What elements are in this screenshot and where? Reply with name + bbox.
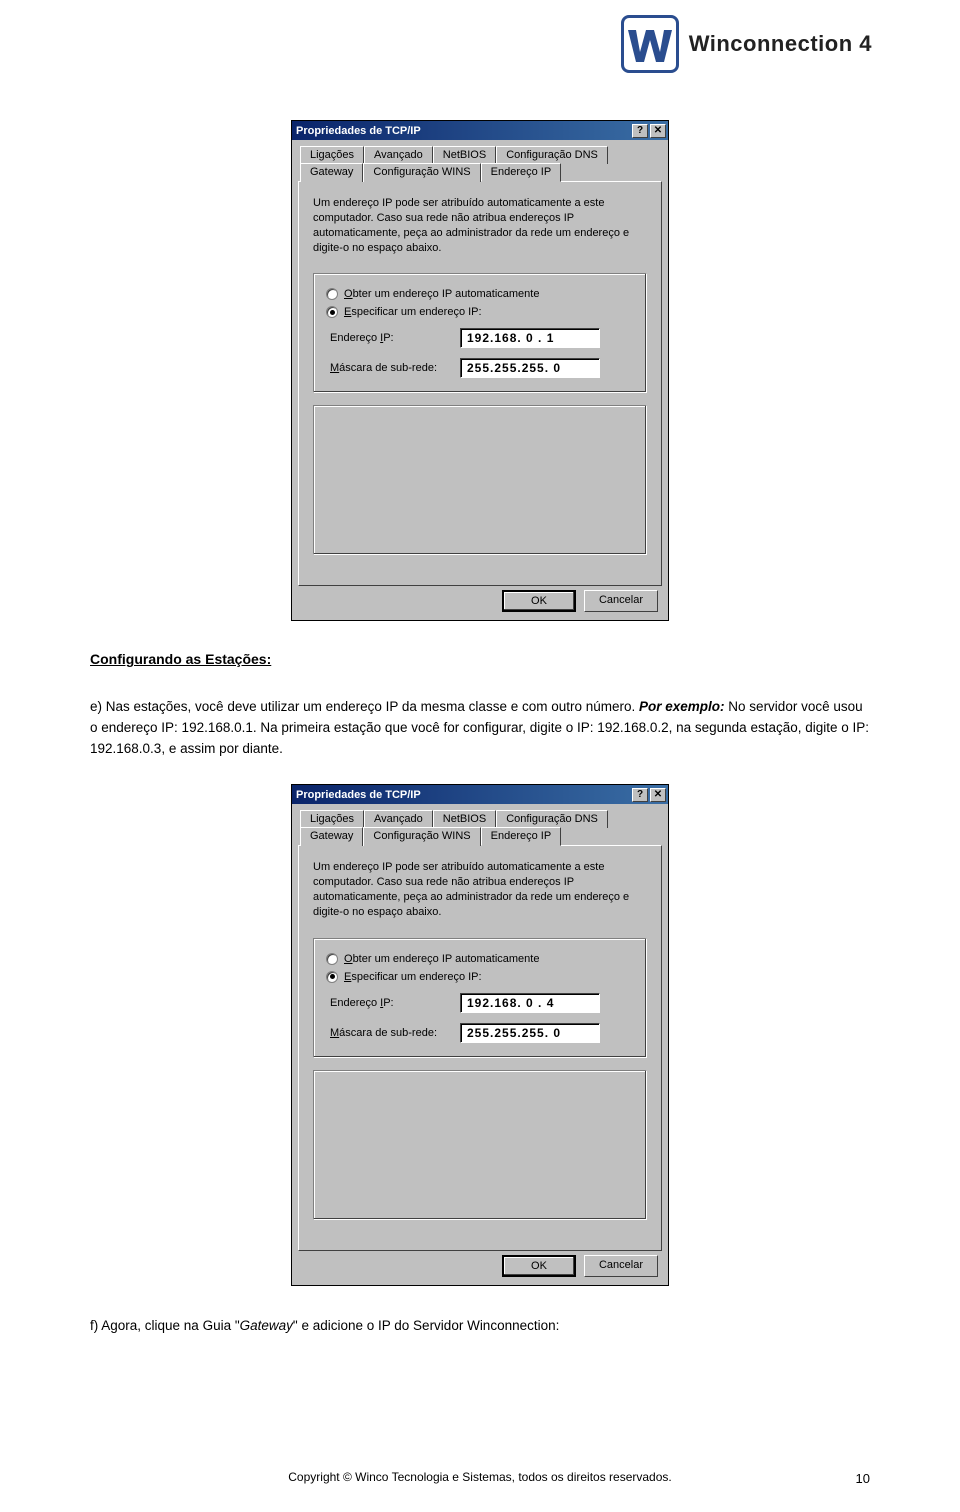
tcpip-properties-dialog-2: Propriedades de TCP/IP ? ✕ Ligações Avan… bbox=[291, 784, 669, 1285]
tab-avancado[interactable]: Avançado bbox=[364, 146, 433, 164]
ip-mode-group: Obter um endereço IP automaticamente Esp… bbox=[313, 273, 647, 393]
tab-ligacoes[interactable]: Ligações bbox=[300, 146, 364, 164]
page-number: 10 bbox=[856, 1471, 870, 1486]
tcpip-properties-dialog-1: Propriedades de TCP/IP ? ✕ Ligações Avan… bbox=[291, 120, 669, 621]
page-footer: Copyright © Winco Tecnologia e Sistemas,… bbox=[90, 1470, 870, 1484]
tabs-row-1: Ligações Avançado NetBIOS Configuração D… bbox=[300, 810, 662, 828]
radio-spec-label: Especificar um endereço IP: bbox=[344, 306, 482, 318]
radio-auto-ip[interactable]: Obter um endereço IP automaticamente bbox=[326, 953, 636, 965]
tabs-row-2: Gateway Configuração WINS Endereço IP bbox=[300, 827, 662, 846]
tab-avancado[interactable]: Avançado bbox=[364, 810, 433, 828]
tab-netbios[interactable]: NetBIOS bbox=[433, 146, 496, 164]
ip-address-label: Endereço IP: bbox=[330, 997, 460, 1009]
logo-icon bbox=[621, 15, 679, 73]
tab-endereco-ip[interactable]: Endereço IP bbox=[481, 163, 562, 182]
tab-config-wins[interactable]: Configuração WINS bbox=[363, 827, 480, 846]
paragraph-e-prefix: e) Nas estações, você deve utilizar um e… bbox=[90, 699, 639, 714]
window-title: Propriedades de TCP/IP bbox=[296, 125, 630, 137]
paragraph-f-b: " e adicione o IP do Servidor Winconnect… bbox=[293, 1318, 559, 1333]
close-button[interactable]: ✕ bbox=[650, 124, 666, 138]
titlebar[interactable]: Propriedades de TCP/IP ? ✕ bbox=[292, 785, 668, 804]
paragraph-f-gateway: Gateway bbox=[240, 1318, 293, 1333]
subnet-mask-label: Máscara de sub-rede: bbox=[330, 362, 460, 374]
empty-group bbox=[313, 405, 647, 555]
paragraph-e-bold: Por exemplo: bbox=[639, 699, 725, 714]
brand-logo: Winconnection 4 bbox=[621, 15, 872, 73]
ok-button[interactable]: OK bbox=[502, 590, 576, 612]
ok-button[interactable]: OK bbox=[502, 1255, 576, 1277]
tab-gateway[interactable]: Gateway bbox=[300, 163, 363, 182]
subnet-mask-input[interactable]: 255.255.255. 0 bbox=[460, 358, 600, 378]
tab-config-wins[interactable]: Configuração WINS bbox=[363, 163, 480, 182]
radio-auto-label: Obter um endereço IP automaticamente bbox=[344, 288, 539, 300]
ip-address-input[interactable]: 192.168. 0 . 1 bbox=[460, 328, 600, 348]
tab-config-dns[interactable]: Configuração DNS bbox=[496, 146, 608, 164]
tab-page-endereco-ip: Um endereço IP pode ser atribuído automa… bbox=[298, 181, 662, 586]
tabs-row-1: Ligações Avançado NetBIOS Configuração D… bbox=[300, 146, 662, 164]
radio-icon bbox=[326, 288, 338, 300]
help-button[interactable]: ? bbox=[632, 788, 648, 802]
radio-icon bbox=[326, 953, 338, 965]
empty-group bbox=[313, 1070, 647, 1220]
cancel-button[interactable]: Cancelar bbox=[584, 590, 658, 612]
close-button[interactable]: ✕ bbox=[650, 788, 666, 802]
radio-specify-ip[interactable]: Especificar um endereço IP: bbox=[326, 306, 636, 318]
subnet-mask-input[interactable]: 255.255.255. 0 bbox=[460, 1023, 600, 1043]
tab-endereco-ip[interactable]: Endereço IP bbox=[481, 827, 562, 846]
tabs-row-2: Gateway Configuração WINS Endereço IP bbox=[300, 163, 662, 182]
radio-spec-label: Especificar um endereço IP: bbox=[344, 971, 482, 983]
ip-description: Um endereço IP pode ser atribuído automa… bbox=[313, 196, 647, 255]
tab-gateway[interactable]: Gateway bbox=[300, 827, 363, 846]
ip-address-input[interactable]: 192.168. 0 . 4 bbox=[460, 993, 600, 1013]
tab-config-dns[interactable]: Configuração DNS bbox=[496, 810, 608, 828]
titlebar[interactable]: Propriedades de TCP/IP ? ✕ bbox=[292, 121, 668, 140]
window-title: Propriedades de TCP/IP bbox=[296, 789, 630, 801]
subnet-mask-label: Máscara de sub-rede: bbox=[330, 1027, 460, 1039]
ip-address-label: Endereço IP: bbox=[330, 332, 460, 344]
tab-netbios[interactable]: NetBIOS bbox=[433, 810, 496, 828]
ip-description: Um endereço IP pode ser atribuído automa… bbox=[313, 860, 647, 919]
section-heading: Configurando as Estações: bbox=[90, 651, 870, 667]
radio-auto-ip[interactable]: Obter um endereço IP automaticamente bbox=[326, 288, 636, 300]
ip-mode-group: Obter um endereço IP automaticamente Esp… bbox=[313, 938, 647, 1058]
paragraph-f: f) Agora, clique na Guia "Gateway" e adi… bbox=[90, 1316, 870, 1337]
radio-icon bbox=[326, 971, 338, 983]
tab-ligacoes[interactable]: Ligações bbox=[300, 810, 364, 828]
paragraph-e: e) Nas estações, você deve utilizar um e… bbox=[90, 697, 870, 760]
copyright-text: Copyright © Winco Tecnologia e Sistemas,… bbox=[288, 1470, 671, 1484]
paragraph-f-a: f) Agora, clique na Guia " bbox=[90, 1318, 240, 1333]
logo-text: Winconnection 4 bbox=[689, 31, 872, 57]
help-button[interactable]: ? bbox=[632, 124, 648, 138]
radio-specify-ip[interactable]: Especificar um endereço IP: bbox=[326, 971, 636, 983]
tab-page-endereco-ip: Um endereço IP pode ser atribuído automa… bbox=[298, 845, 662, 1250]
radio-auto-label: Obter um endereço IP automaticamente bbox=[344, 953, 539, 965]
cancel-button[interactable]: Cancelar bbox=[584, 1255, 658, 1277]
radio-icon bbox=[326, 306, 338, 318]
